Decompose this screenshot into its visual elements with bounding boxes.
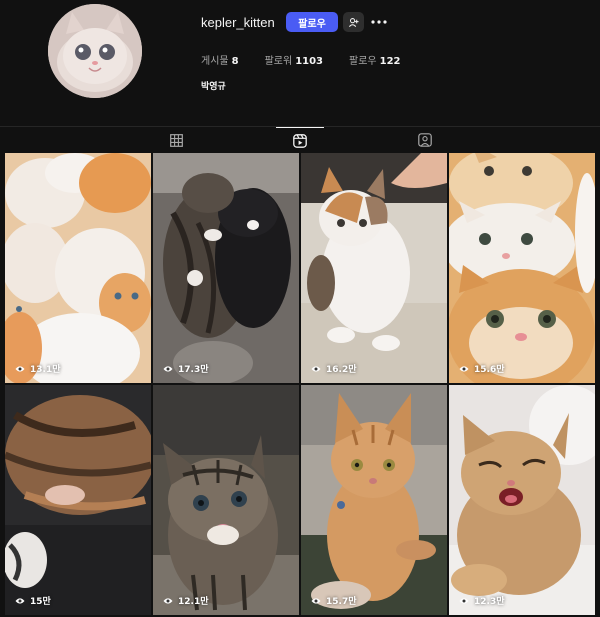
grid-icon [169, 133, 183, 147]
view-count: 15만 [15, 594, 51, 607]
reels-icon [293, 133, 307, 148]
view-count: 12.1만 [163, 594, 209, 607]
suggested-users-button[interactable] [343, 12, 364, 32]
following-stat[interactable]: 팔로우 122 [349, 52, 400, 67]
add-person-icon [348, 17, 359, 27]
view-count-text: 12.1만 [178, 597, 209, 607]
view-count-text: 15.7만 [326, 597, 357, 607]
followers-count: 1103 [295, 56, 324, 67]
username: kepler_kitten [201, 15, 275, 30]
view-count: 15.6만 [459, 362, 505, 375]
reel-thumbnail-4[interactable]: 15.6만 [449, 153, 595, 383]
followers-stat[interactable]: 팔로워 1103 [265, 52, 323, 67]
view-count: 15.7만 [311, 594, 357, 607]
reel-thumbnail-2[interactable]: 17.3만 [153, 153, 299, 383]
full-name: 박영규 [201, 82, 226, 92]
orange-cat-sitting-image [301, 385, 447, 615]
eye-icon [311, 365, 321, 372]
more-options-button[interactable] [370, 12, 388, 32]
profile-header: kepler_kitten 팔로우 게시물 8 팔로워 1103 팔로우 122 박영… [0, 0, 600, 126]
tagged-icon [418, 133, 432, 147]
view-count-text: 16.2만 [326, 365, 357, 375]
eye-icon [311, 597, 321, 604]
reel-thumbnail-8[interactable]: 12.3만 [449, 385, 595, 615]
reel-thumbnail-1[interactable]: 13.1만 [5, 153, 151, 383]
meowing-golden-kitten-image [449, 385, 595, 615]
three-kittens-stacked-image [449, 153, 595, 383]
view-count: 12.3만 [459, 594, 505, 607]
view-count-text: 17.3만 [178, 365, 209, 375]
view-count: 17.3만 [163, 362, 209, 375]
posts-stat: 게시물 8 [201, 52, 239, 67]
eye-icon [459, 597, 469, 604]
tortoiseshell-kitten-image [5, 385, 151, 615]
kitten-pile-image [5, 153, 151, 383]
view-count-text: 13.1만 [30, 365, 61, 375]
following-label: 팔로우 [349, 56, 377, 67]
view-count-text: 15만 [30, 597, 51, 607]
tab-reels[interactable] [276, 127, 324, 153]
reel-thumbnail-6[interactable]: 12.1만 [153, 385, 299, 615]
calico-kitten-image [301, 153, 447, 383]
tab-tagged[interactable] [401, 127, 449, 153]
view-count: 16.2만 [311, 362, 357, 375]
avatar-kitten-image [48, 4, 142, 98]
following-count: 122 [379, 56, 401, 67]
profile-stats: 게시물 8 팔로워 1103 팔로우 122 [201, 52, 427, 67]
tab-posts[interactable] [152, 127, 200, 153]
eye-icon [163, 597, 173, 604]
view-count-text: 12.3만 [474, 597, 505, 607]
follow-button[interactable]: 팔로우 [286, 12, 338, 32]
hissing-tabby-kitten-image [153, 385, 299, 615]
followers-label: 팔로워 [264, 56, 293, 67]
more-dots-icon [371, 20, 387, 24]
avatar[interactable] [48, 4, 142, 98]
reel-thumbnail-5[interactable]: 15만 [5, 385, 151, 615]
view-count-text: 15.6만 [474, 365, 505, 375]
eye-icon [459, 365, 469, 372]
view-count: 13.1만 [15, 362, 61, 375]
eye-icon [15, 365, 25, 372]
posts-label: 게시물 [201, 56, 229, 67]
reel-thumbnail-7[interactable]: 15.7만 [301, 385, 447, 615]
profile-tabs [0, 126, 600, 152]
reel-thumbnail-3[interactable]: 16.2만 [301, 153, 447, 383]
eye-icon [163, 365, 173, 372]
tabby-and-black-kitten-image [153, 153, 299, 383]
reels-grid: 13.1만 17.3만 16.2만 15.6만 15만 12.1만 15.7만 … [5, 153, 597, 615]
eye-icon [15, 597, 25, 604]
posts-count: 8 [231, 56, 239, 67]
